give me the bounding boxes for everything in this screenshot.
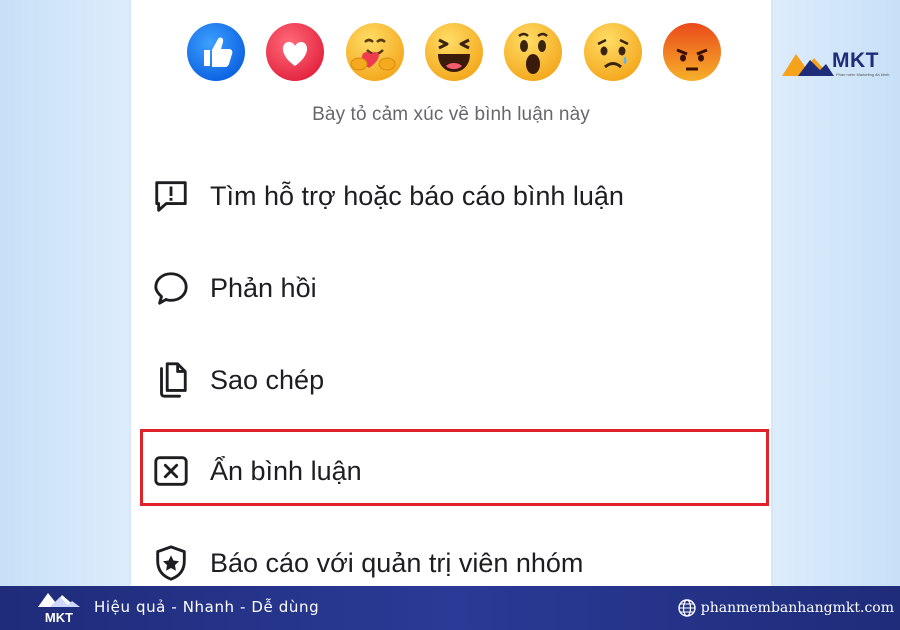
mkt-mountain-logo-icon <box>782 54 834 76</box>
sad-reaction-button[interactable] <box>583 22 643 82</box>
brand-name: MKT <box>832 49 879 72</box>
hugging-face-icon <box>345 23 404 81</box>
report-message-icon <box>150 175 192 217</box>
svg-text:MKT: MKT <box>45 610 73 625</box>
love-reaction-button[interactable] <box>265 22 325 82</box>
wow-reaction-button[interactable] <box>503 22 563 82</box>
reaction-bar <box>186 22 722 84</box>
care-reaction-button[interactable] <box>345 22 405 82</box>
brand-tagline: Phần mềm Marketing đa kênh <box>836 72 890 77</box>
shield-star-icon <box>150 542 192 584</box>
footer-bar: MKT Hiệu quả - Nhanh - Dễ dùng phanmemba… <box>0 586 900 630</box>
brand-logo: MKT Phần mềm Marketing đa kênh <box>780 48 890 82</box>
footer-slogan: Hiệu quả - Nhanh - Dễ dùng <box>94 598 320 616</box>
footer-mkt-logo-icon: MKT <box>38 593 80 625</box>
hide-x-icon <box>150 450 192 492</box>
copy-icon <box>150 359 192 401</box>
menu-item-hide-comment[interactable]: Ẩn bình luận <box>150 448 362 494</box>
sad-face-icon <box>583 23 642 81</box>
menu-item-copy[interactable]: Sao chép <box>150 357 324 403</box>
menu-item-label: Sao chép <box>210 364 325 395</box>
menu-item-label: Ẩn bình luận <box>210 455 362 486</box>
heart-icon <box>266 23 325 81</box>
like-reaction-button[interactable] <box>186 22 246 82</box>
reaction-caption: Bày tỏ cảm xúc về bình luận này <box>312 104 590 125</box>
angry-face-icon <box>662 23 721 81</box>
menu-item-label: Báo cáo với quản trị viên nhóm <box>210 547 584 578</box>
globe-icon <box>678 599 696 617</box>
menu-item-reply[interactable]: Phản hồi <box>150 265 317 311</box>
menu-item-label: Tìm hỗ trợ hoặc báo cáo bình luận <box>210 180 624 211</box>
angry-reaction-button[interactable] <box>662 22 722 82</box>
menu-item-find-support[interactable]: Tìm hỗ trợ hoặc báo cáo bình luận <box>150 173 624 219</box>
haha-reaction-button[interactable] <box>424 22 484 82</box>
footer-website-link[interactable]: phanmembanhangmkt.com <box>678 599 894 617</box>
menu-item-report-to-admin[interactable]: Báo cáo với quản trị viên nhóm <box>150 540 583 586</box>
surprised-face-icon <box>504 23 563 81</box>
menu-item-label: Phản hồi <box>210 272 317 303</box>
thumbs-up-icon <box>187 23 245 81</box>
footer-website-text: phanmembanhangmkt.com <box>700 600 894 616</box>
laughing-face-icon <box>424 23 483 81</box>
speech-bubble-icon <box>150 267 192 309</box>
